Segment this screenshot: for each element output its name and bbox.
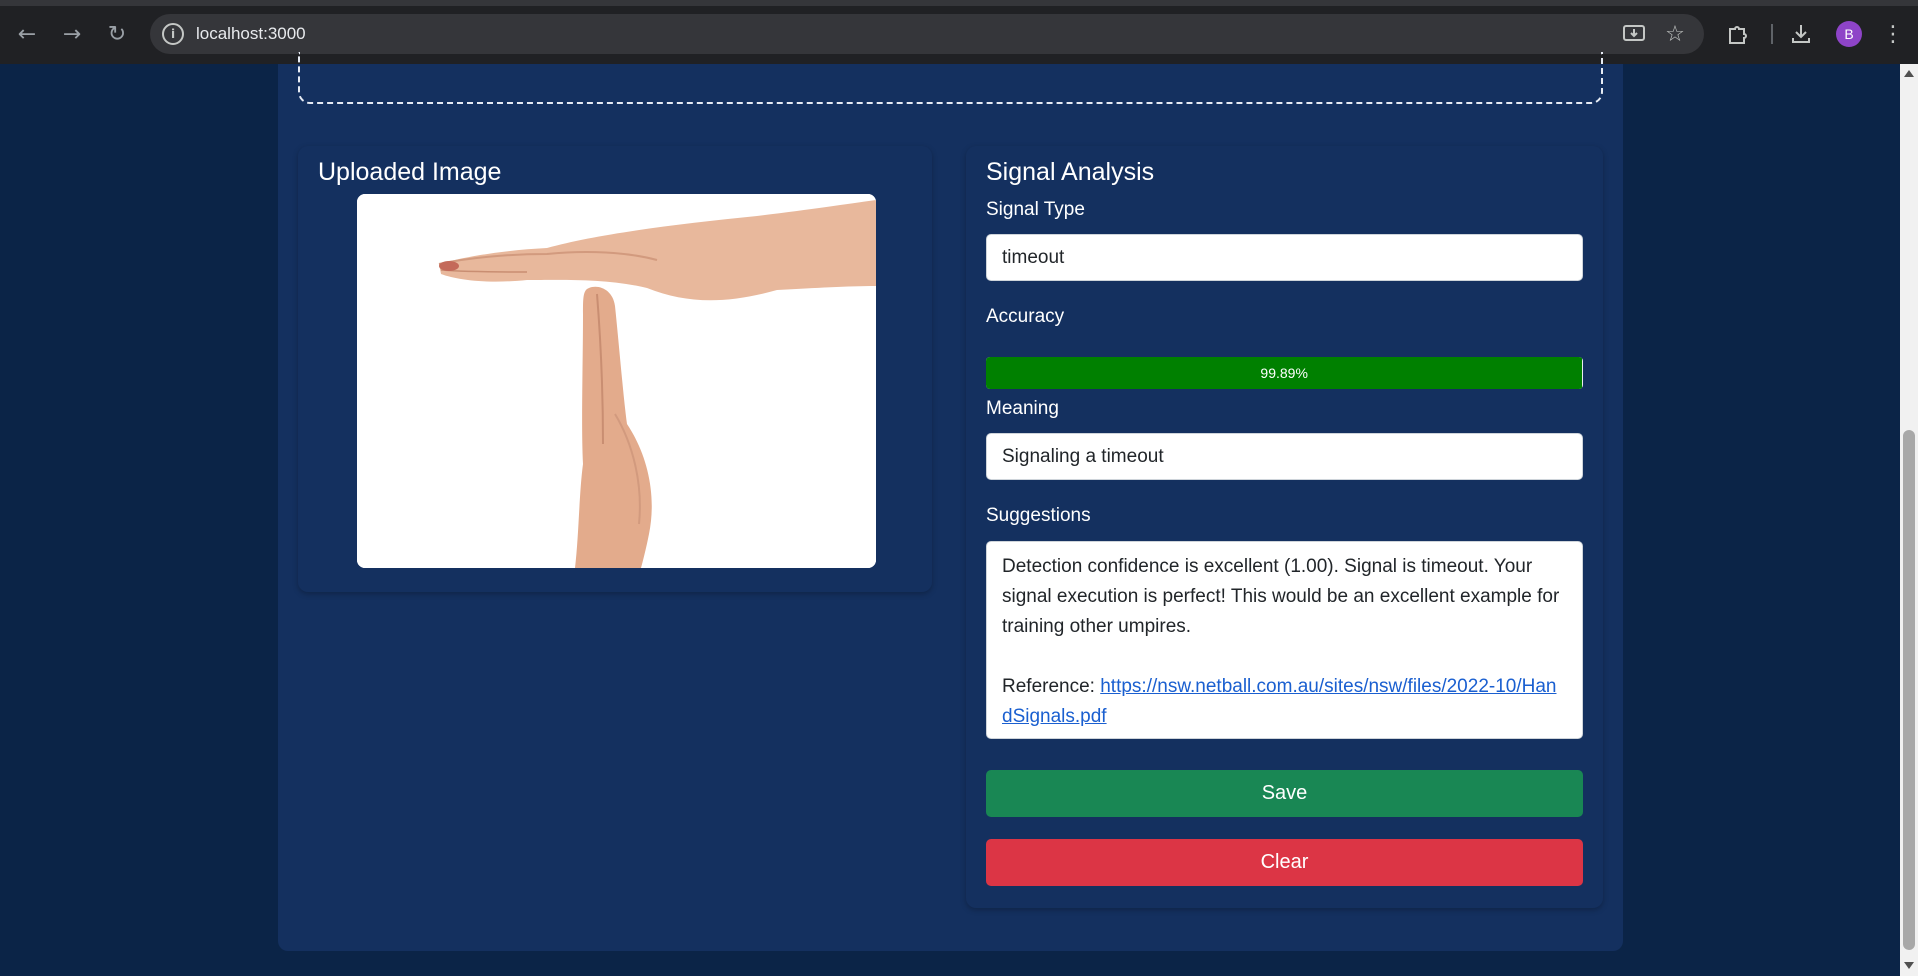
- uploaded-image: [357, 194, 876, 568]
- site-info-icon[interactable]: i: [162, 23, 184, 45]
- downloads-icon[interactable]: [1783, 16, 1819, 52]
- signal-analysis-card: Signal Analysis Signal Type timeout Accu…: [966, 146, 1603, 908]
- forward-icon[interactable]: →: [54, 16, 90, 52]
- main-container: Uploaded Image Signal Analysis Signal Ty…: [278, 52, 1623, 951]
- profile-avatar[interactable]: B: [1836, 21, 1862, 47]
- scroll-thumb[interactable]: [1903, 430, 1915, 950]
- address-url[interactable]: localhost:3000: [196, 24, 306, 44]
- bookmark-star-icon[interactable]: ☆: [1657, 16, 1693, 52]
- toolbar-separator: [1771, 24, 1773, 44]
- reload-icon[interactable]: ↻: [99, 16, 135, 52]
- upload-dropzone[interactable]: [298, 52, 1603, 104]
- extensions-icon[interactable]: [1720, 16, 1756, 52]
- page-scrollbar[interactable]: [1900, 64, 1918, 976]
- accuracy-label: Accuracy: [986, 306, 1065, 327]
- address-bar[interactable]: i localhost:3000: [150, 14, 1704, 54]
- clear-button[interactable]: Clear: [986, 839, 1583, 886]
- timeout-hand-signal-image: [357, 194, 876, 568]
- suggestions-spacer: [1002, 642, 1567, 672]
- back-icon[interactable]: ←: [9, 16, 45, 52]
- suggestions-label: Suggestions: [986, 505, 1091, 526]
- menu-icon[interactable]: ⋮: [1875, 16, 1911, 52]
- reference-label: Reference:: [1002, 676, 1095, 697]
- reference-line: Reference: https://nsw.netball.com.au/si…: [1002, 672, 1567, 732]
- save-button[interactable]: Save: [986, 770, 1583, 817]
- signal-type-field[interactable]: timeout: [986, 234, 1583, 281]
- accuracy-progress-bar: 99.89%: [986, 357, 1583, 389]
- meaning-label: Meaning: [986, 398, 1059, 419]
- signal-analysis-title: Signal Analysis: [986, 158, 1155, 186]
- install-app-icon[interactable]: [1616, 16, 1652, 52]
- uploaded-image-card: Uploaded Image: [298, 146, 932, 592]
- accuracy-progress-fill: 99.89%: [986, 357, 1583, 389]
- scroll-down-icon[interactable]: [1904, 962, 1914, 969]
- suggestions-text: Detection confidence is excellent (1.00)…: [1002, 556, 1560, 637]
- uploaded-image-title: Uploaded Image: [318, 158, 502, 186]
- suggestions-textbox[interactable]: Detection confidence is excellent (1.00)…: [986, 541, 1583, 739]
- tab-strip: [0, 0, 1918, 6]
- signal-type-label: Signal Type: [986, 199, 1085, 220]
- meaning-field[interactable]: Signaling a timeout: [986, 433, 1583, 480]
- page: Uploaded Image Signal Analysis Signal Ty…: [0, 52, 1900, 976]
- scroll-up-icon[interactable]: [1904, 70, 1914, 77]
